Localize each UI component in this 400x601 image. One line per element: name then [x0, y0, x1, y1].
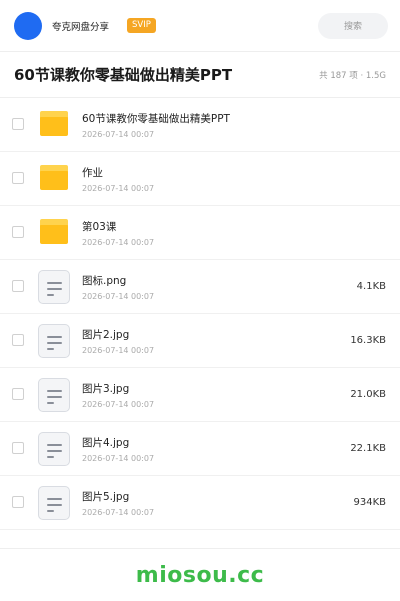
file-row[interactable]: 作业 2026-07-14 00:07: [0, 152, 400, 206]
folder-icon: [38, 108, 70, 142]
brand-name: 夸克网盘分享: [52, 21, 110, 33]
file-date: 2026-07-14 00:07: [82, 291, 155, 301]
file-row[interactable]: 60节课教你零基础做出精美PPT 2026-07-14 00:07: [0, 98, 400, 152]
document-icon: [38, 377, 70, 412]
file-date: 2026-07-14 00:07: [82, 399, 155, 409]
file-row[interactable]: 图片3.jpg 2026-07-14 00:07 21.0KB: [0, 368, 400, 422]
file-name: 图片2.jpg: [82, 328, 130, 341]
file-name: 第03课: [82, 220, 117, 233]
file-name: 图标.png: [82, 274, 127, 287]
file-size: 4.1KB: [356, 281, 386, 292]
folder-icon: [38, 216, 70, 250]
file-date: 2026-07-14 00:07: [82, 183, 155, 193]
share-meta: 共 187 项 · 1.5G: [319, 70, 386, 81]
file-date: 2026-07-14 00:07: [82, 507, 155, 517]
file-row[interactable]: 第03课 2026-07-14 00:07: [0, 206, 400, 260]
select-checkbox[interactable]: [12, 279, 24, 292]
file-info: 第03课 2026-07-14 00:07: [82, 219, 386, 247]
folder-icon: [38, 162, 70, 196]
svip-badge: SVIP: [127, 18, 156, 33]
select-checkbox[interactable]: [12, 495, 24, 508]
file-name: 图片3.jpg: [82, 382, 130, 395]
footer: miosou.cc: [0, 548, 400, 601]
share-title-bar: 60节课教你零基础做出精美PPT 共 187 项 · 1.5G: [0, 52, 400, 98]
file-info: 图片5.jpg 2026-07-14 00:07: [82, 489, 345, 517]
select-checkbox[interactable]: [12, 117, 24, 130]
file-date: 2026-07-14 00:07: [82, 129, 155, 139]
file-info: 60节课教你零基础做出精美PPT 2026-07-14 00:07: [82, 111, 386, 139]
file-name: 图片5.jpg: [82, 490, 130, 503]
select-checkbox[interactable]: [12, 441, 24, 454]
file-date: 2026-07-14 00:07: [82, 237, 155, 247]
file-name: 60节课教你零基础做出精美PPT: [82, 112, 230, 125]
document-icon: [38, 269, 70, 304]
file-date: 2026-07-14 00:07: [82, 345, 155, 355]
file-list: 60节课教你零基础做出精美PPT 2026-07-14 00:07 作业 202…: [0, 98, 400, 530]
avatar[interactable]: [14, 11, 42, 40]
search-placeholder: 搜索: [343, 22, 362, 32]
file-row[interactable]: 图片2.jpg 2026-07-14 00:07 16.3KB: [0, 314, 400, 368]
file-info: 图片3.jpg 2026-07-14 00:07: [82, 381, 342, 409]
select-checkbox[interactable]: [12, 171, 24, 184]
select-checkbox[interactable]: [12, 387, 24, 400]
file-info: 图片2.jpg 2026-07-14 00:07: [82, 327, 342, 355]
file-info: 作业 2026-07-14 00:07: [82, 165, 386, 193]
select-checkbox[interactable]: [12, 333, 24, 346]
page-title: 60节课教你零基础做出精美PPT: [14, 66, 233, 84]
file-row[interactable]: 图标.png 2026-07-14 00:07 4.1KB: [0, 260, 400, 314]
document-icon: [38, 431, 70, 466]
file-size: 21.0KB: [350, 389, 386, 400]
search-input[interactable]: 搜索: [318, 12, 388, 39]
file-size: 934KB: [353, 497, 386, 508]
file-size: 22.1KB: [350, 443, 386, 454]
file-info: 图标.png 2026-07-14 00:07: [82, 273, 349, 301]
document-icon: [38, 485, 70, 520]
file-row[interactable]: 图片4.jpg 2026-07-14 00:07 22.1KB: [0, 422, 400, 476]
select-checkbox[interactable]: [12, 225, 24, 238]
file-info: 图片4.jpg 2026-07-14 00:07: [82, 435, 342, 463]
file-date: 2026-07-14 00:07: [82, 453, 155, 463]
file-row[interactable]: 图片5.jpg 2026-07-14 00:07 934KB: [0, 476, 400, 530]
file-name: 作业: [82, 166, 103, 179]
file-name: 图片4.jpg: [82, 436, 130, 449]
watermark-text: miosou.cc: [135, 562, 265, 588]
document-icon: [38, 323, 70, 358]
top-header: 夸克网盘分享 SVIP 搜索: [0, 0, 400, 52]
file-size: 16.3KB: [350, 335, 386, 346]
